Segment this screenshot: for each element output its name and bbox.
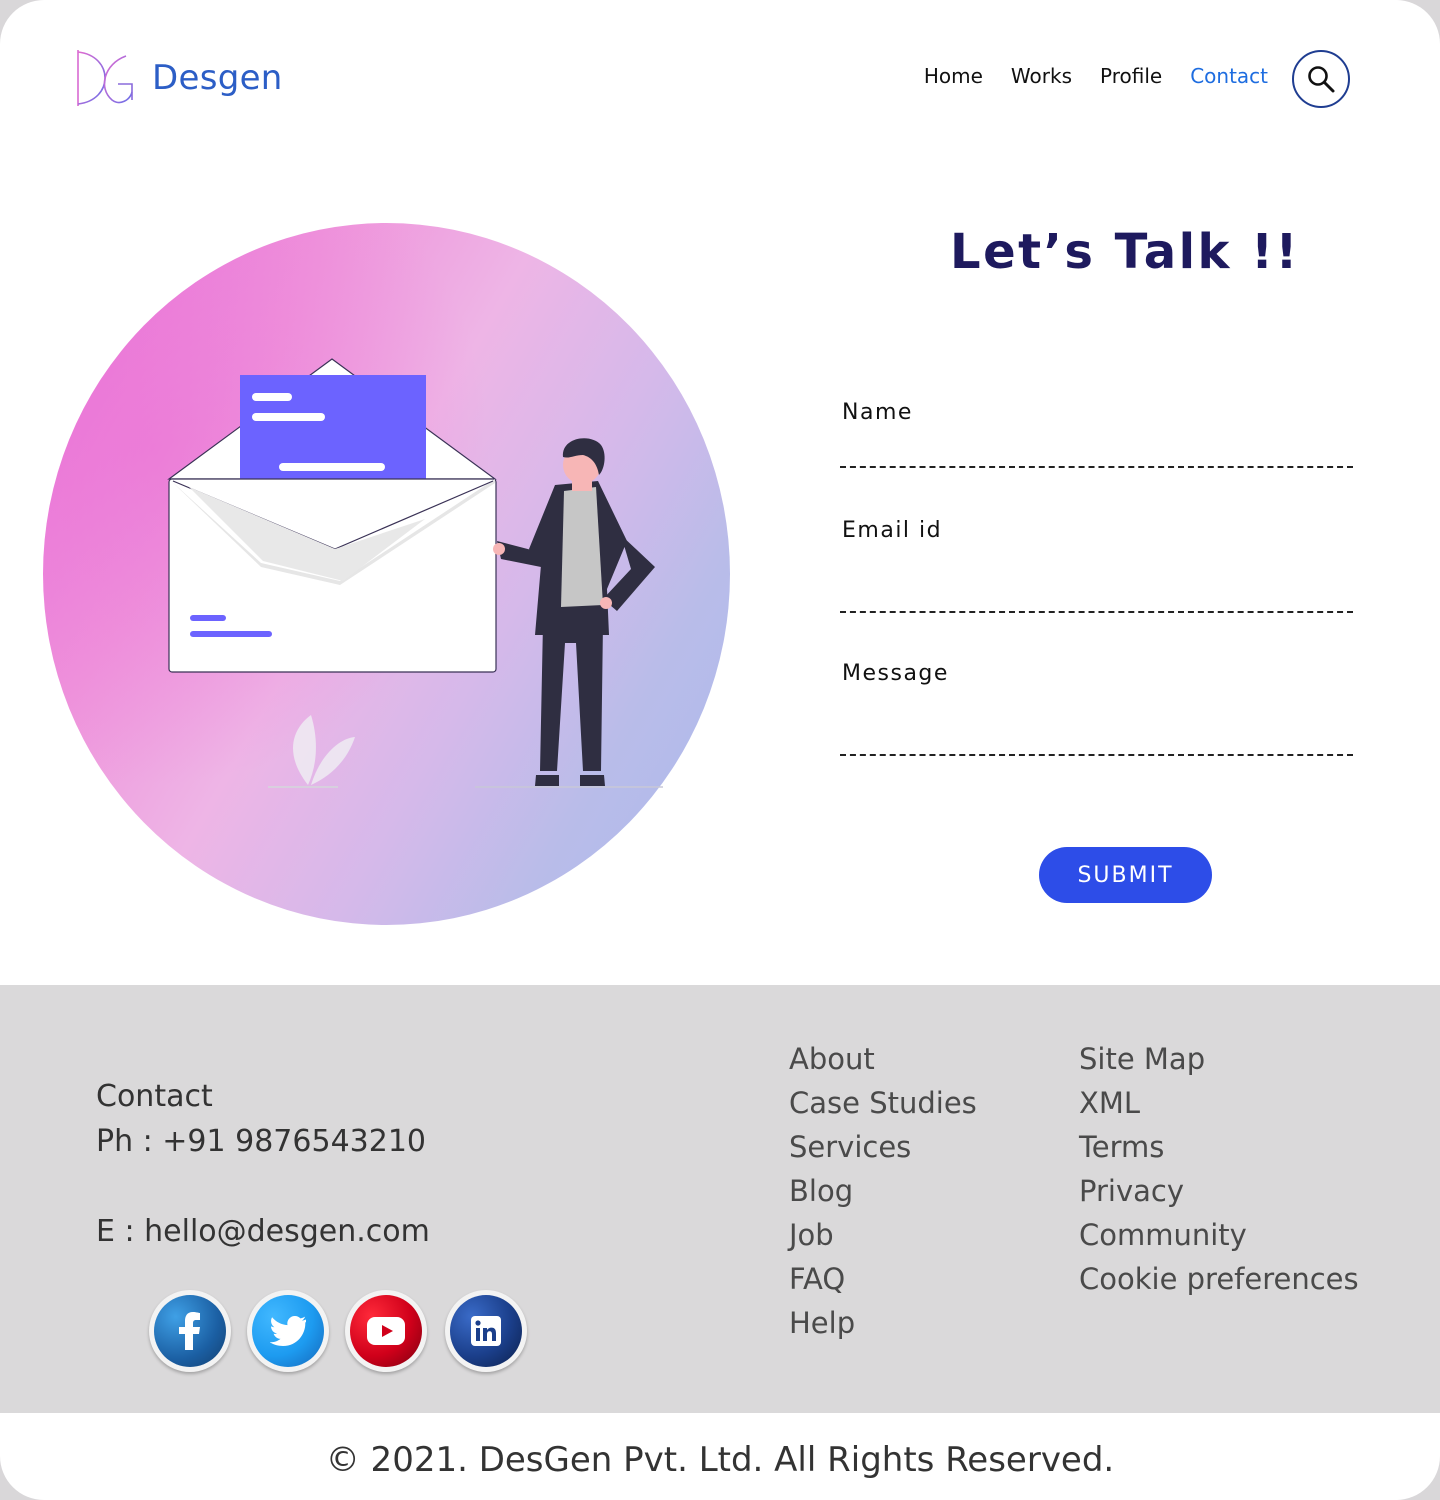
linkedin-icon — [471, 1316, 501, 1346]
contact-page: Desgen Home Works Profile Contact Let’s … — [0, 0, 1440, 1500]
footer-link-job[interactable]: Job — [789, 1217, 977, 1261]
footer-link-about[interactable]: About — [789, 1041, 977, 1085]
brand-logo[interactable]: Desgen — [74, 48, 283, 108]
email-label: Email id — [842, 518, 943, 543]
facebook-icon — [179, 1312, 200, 1350]
footer-link-cookie-preferences[interactable]: Cookie preferences — [1079, 1261, 1359, 1305]
nav-home[interactable]: Home — [924, 64, 983, 88]
linkedin-button[interactable] — [445, 1290, 527, 1372]
search-icon — [1308, 66, 1335, 93]
message-input[interactable] — [840, 754, 1353, 756]
search-button[interactable] — [1292, 50, 1350, 108]
footer-link-faq[interactable]: FAQ — [789, 1261, 977, 1305]
main-nav: Home Works Profile Contact — [896, 64, 1268, 88]
submit-button[interactable]: SUBMIT — [1039, 847, 1212, 903]
footer-link-xml[interactable]: XML — [1079, 1085, 1359, 1129]
mail-illustration — [167, 358, 663, 788]
copyright-text: © 2021. DesGen Pvt. Ltd. All Rights Rese… — [325, 1440, 1115, 1480]
footer-link-services[interactable]: Services — [789, 1129, 977, 1173]
person-icon — [493, 438, 655, 786]
footer-link-blog[interactable]: Blog — [789, 1173, 977, 1217]
facebook-button[interactable] — [149, 1290, 231, 1372]
footer-link-case-studies[interactable]: Case Studies — [789, 1085, 977, 1129]
twitter-button[interactable] — [247, 1290, 329, 1372]
footer: Contact Ph : +91 9876543210 E : hello@de… — [0, 985, 1440, 1413]
footer-link-privacy[interactable]: Privacy — [1079, 1173, 1359, 1217]
nav-contact[interactable]: Contact — [1190, 64, 1268, 88]
footer-links-column-2: Site Map XML Terms Privacy Community Coo… — [1079, 1041, 1359, 1305]
footer-phone: Ph : +91 9876543210 — [96, 1124, 426, 1159]
logo-text: Desgen — [152, 58, 283, 98]
footer-email[interactable]: E : hello@desgen.com — [96, 1214, 430, 1249]
footer-link-terms[interactable]: Terms — [1079, 1129, 1359, 1173]
footer-link-community[interactable]: Community — [1079, 1217, 1359, 1261]
youtube-icon — [367, 1317, 405, 1345]
form-title: Let’s Talk !! — [950, 224, 1300, 280]
footer-links-column-1: About Case Studies Services Blog Job FAQ… — [789, 1041, 977, 1349]
nav-profile[interactable]: Profile — [1100, 64, 1162, 88]
logo-mark-icon — [77, 50, 133, 106]
footer-contact-title: Contact — [96, 1079, 213, 1114]
youtube-button[interactable] — [345, 1290, 427, 1372]
name-input[interactable] — [840, 466, 1353, 468]
nav-works[interactable]: Works — [1011, 64, 1072, 88]
envelope-icon — [167, 358, 497, 673]
footer-link-site-map[interactable]: Site Map — [1079, 1041, 1359, 1085]
email-input[interactable] — [840, 611, 1353, 613]
message-label: Message — [842, 661, 949, 686]
footer-link-help[interactable]: Help — [789, 1305, 977, 1349]
twitter-icon — [270, 1316, 306, 1346]
name-label: Name — [842, 400, 913, 425]
plant-icon — [268, 715, 355, 788]
